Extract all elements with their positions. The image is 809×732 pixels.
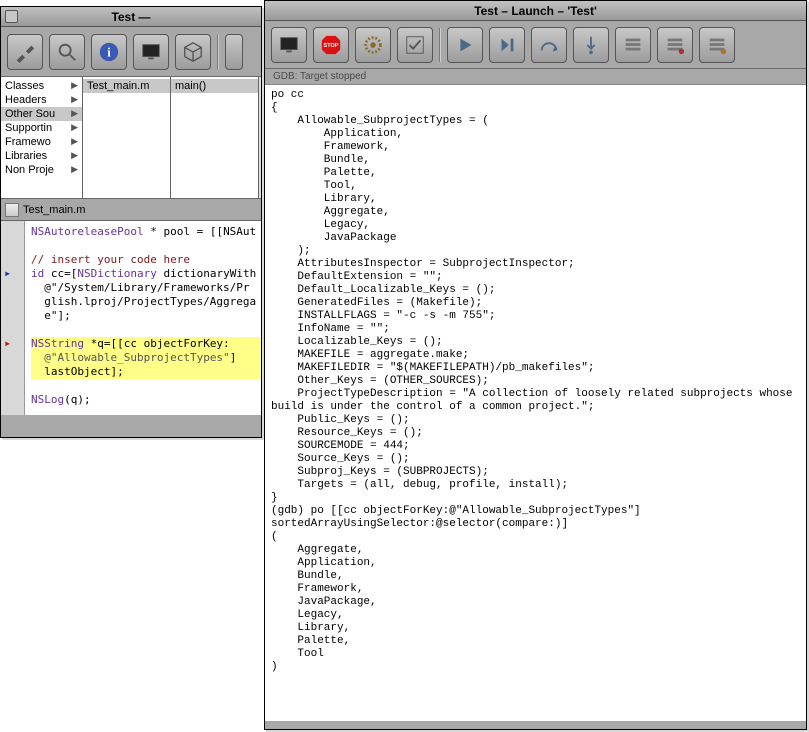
- groups-column[interactable]: Classes▶Headers▶Other Sou▶Supportin▶Fram…: [1, 77, 83, 198]
- list3-icon[interactable]: [699, 27, 735, 63]
- magnify-icon[interactable]: [49, 34, 85, 70]
- list-item[interactable]: Libraries▶: [1, 149, 82, 163]
- list-item[interactable]: Non Proje▶: [1, 163, 82, 177]
- debug-toolbar: STOP: [265, 21, 806, 69]
- monitor-icon[interactable]: [133, 34, 169, 70]
- step-over-icon[interactable]: [489, 27, 525, 63]
- launch-window: Test – Launch – 'Test' STOP GDB: Target …: [264, 0, 807, 730]
- gear-icon[interactable]: [355, 27, 391, 63]
- list2-icon[interactable]: [657, 27, 693, 63]
- pathbar-label: Test_main.m: [23, 204, 85, 216]
- list-item[interactable]: Other Sou▶: [1, 107, 82, 121]
- panel-icon[interactable]: [225, 34, 243, 70]
- code-editor[interactable]: ▸ ▸ NSAutoreleasePool * pool = [[NSAut /…: [1, 221, 261, 415]
- separator: [439, 28, 441, 62]
- package-icon[interactable]: [175, 34, 211, 70]
- breakpoint-marker[interactable]: ▸: [4, 267, 11, 281]
- debugger-console[interactable]: po cc { Allowable_SubprojectTypes = ( Ap…: [265, 85, 806, 721]
- list-item[interactable]: Headers▶: [1, 93, 82, 107]
- project-toolbar: i: [1, 27, 261, 77]
- check-icon[interactable]: [397, 27, 433, 63]
- separator: [217, 35, 219, 69]
- titlebar[interactable]: Test —: [1, 7, 261, 27]
- hammer-icon[interactable]: [7, 34, 43, 70]
- symbols-column[interactable]: main(): [171, 77, 259, 198]
- project-window: Test — i Classes▶Headers▶Other Sou▶Suppo…: [0, 6, 262, 438]
- code-text[interactable]: NSAutoreleasePool * pool = [[NSAut // in…: [1, 221, 261, 411]
- list-item[interactable]: main(): [171, 79, 258, 93]
- list-item[interactable]: Framewo▶: [1, 135, 82, 149]
- titlebar[interactable]: Test – Launch – 'Test': [265, 1, 806, 21]
- files-column[interactable]: Test_main.m: [83, 77, 171, 198]
- pathbar: Test_main.m: [1, 199, 261, 221]
- play-icon[interactable]: [447, 27, 483, 63]
- window-title: Test —: [111, 10, 150, 24]
- list-item[interactable]: Test_main.m: [83, 79, 170, 93]
- list-item[interactable]: Supportin▶: [1, 121, 82, 135]
- step-arc-icon[interactable]: [531, 27, 567, 63]
- status-bar: GDB: Target stopped: [265, 69, 806, 85]
- browser-columns: Classes▶Headers▶Other Sou▶Supportin▶Fram…: [1, 77, 261, 199]
- step-into-icon[interactable]: [573, 27, 609, 63]
- list1-icon[interactable]: [615, 27, 651, 63]
- file-icon: [5, 203, 19, 217]
- list-item[interactable]: Classes▶: [1, 79, 82, 93]
- window-title: Test – Launch – 'Test': [474, 4, 597, 18]
- pc-marker[interactable]: ▸: [4, 337, 11, 351]
- svg-text:STOP: STOP: [324, 42, 339, 48]
- monitor-icon[interactable]: [271, 27, 307, 63]
- gutter[interactable]: ▸ ▸: [1, 221, 25, 415]
- close-button[interactable]: [5, 10, 18, 23]
- info-icon[interactable]: i: [91, 34, 127, 70]
- svg-text:i: i: [107, 45, 111, 59]
- stop-icon[interactable]: STOP: [313, 27, 349, 63]
